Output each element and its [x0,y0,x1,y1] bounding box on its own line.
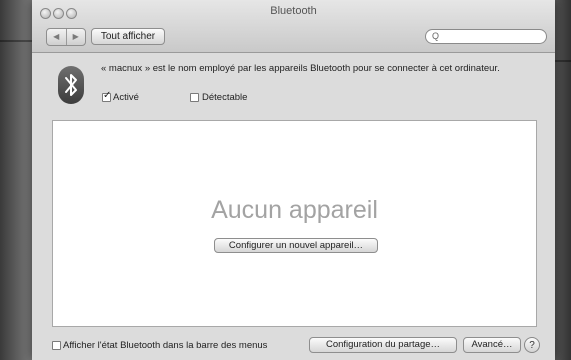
discoverable-checkbox[interactable] [190,93,199,102]
no-devices-message: Aucun appareil [211,196,378,224]
bluetooth-name-description: « macnux » est le nom employé par les ap… [101,63,500,74]
help-button[interactable]: ? [524,337,540,353]
desktop-background-right [555,60,571,62]
back-button[interactable]: ◀ [47,29,66,45]
sharing-setup-button[interactable]: Configuration du partage… [309,337,457,353]
search-field[interactable]: Q [425,29,547,44]
navigation-buttons: ◀ ▶ [46,28,86,46]
advanced-button[interactable]: Avancé… [463,337,521,353]
title-bar: Bluetooth ◀ ▶ Tout afficher Q [32,0,555,53]
search-icon: Q [432,31,440,41]
show-all-button[interactable]: Tout afficher [91,28,165,45]
checkmark-icon: ✓ [103,90,112,101]
desktop-background-left [0,40,32,42]
active-checkbox[interactable]: ✓ [102,90,112,102]
device-list[interactable]: Aucun appareil Configurer un nouvel appa… [52,120,537,327]
show-in-menu-bar-label: Afficher l'état Bluetooth dans la barre … [63,340,268,351]
show-in-menu-bar-checkbox[interactable] [52,341,61,350]
forward-button[interactable]: ▶ [65,29,86,45]
preferences-window: Bluetooth ◀ ▶ Tout afficher Q « macnux »… [32,0,555,360]
discoverable-label: Détectable [202,92,248,103]
window-title: Bluetooth [270,5,317,17]
bluetooth-icon [58,66,84,104]
active-label: Activé [113,92,139,103]
setup-new-device-button[interactable]: Configurer un nouvel appareil… [214,238,378,253]
